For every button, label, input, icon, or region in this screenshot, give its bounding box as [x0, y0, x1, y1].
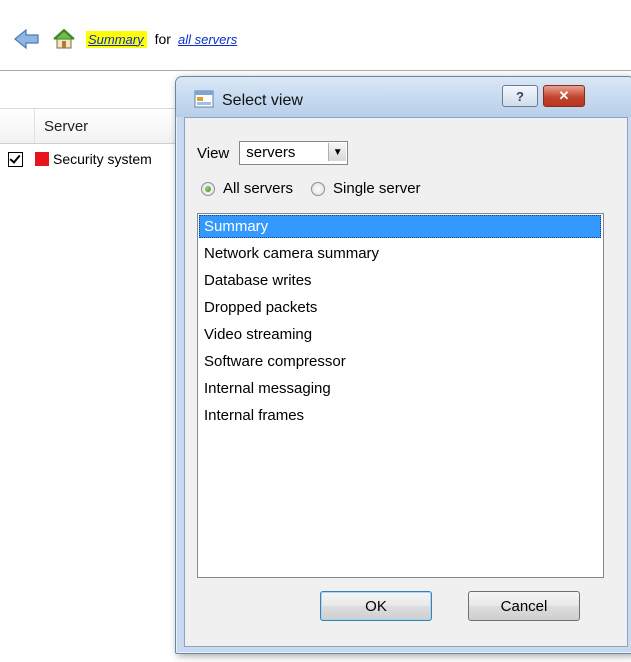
- single-server-radio[interactable]: [311, 181, 326, 196]
- server-row[interactable]: Security system: [8, 149, 152, 169]
- single-server-radio-label[interactable]: Single server: [333, 180, 421, 197]
- summary-link[interactable]: Summary: [86, 30, 147, 48]
- server-checkbox[interactable]: [8, 151, 23, 167]
- server-column-header[interactable]: Server: [44, 118, 88, 135]
- for-label: for: [154, 31, 171, 47]
- list-item[interactable]: Dropped packets: [199, 296, 601, 319]
- view-label: View: [197, 144, 230, 162]
- dialog-content: View servers ▼ All servers Single server…: [184, 117, 628, 647]
- dialog-titlebar[interactable]: Select view ? ✕: [176, 77, 631, 117]
- list-item[interactable]: Video streaming: [199, 323, 601, 346]
- column-separator: [34, 109, 35, 143]
- cancel-button[interactable]: Cancel: [468, 591, 580, 621]
- navigation-bar: Summary for all servers: [14, 26, 237, 52]
- close-button[interactable]: ✕: [543, 85, 585, 107]
- view-dropdown-value: servers: [246, 144, 296, 161]
- view-dropdown[interactable]: servers ▼: [239, 141, 349, 165]
- list-item[interactable]: Software compressor: [199, 350, 601, 373]
- list-item[interactable]: Summary: [199, 215, 601, 238]
- divider: [0, 70, 631, 71]
- list-item[interactable]: Internal messaging: [199, 377, 601, 400]
- all-servers-link[interactable]: all servers: [178, 32, 237, 47]
- select-view-dialog: Select view ? ✕ View servers ▼ All serve…: [175, 76, 631, 654]
- all-servers-radio-label[interactable]: All servers: [223, 180, 293, 197]
- list-item[interactable]: Internal frames: [199, 404, 601, 427]
- view-listbox[interactable]: Summary Network camera summary Database …: [197, 213, 604, 578]
- dialog-title: Select view: [222, 92, 303, 109]
- scope-radio-group: All servers Single server: [201, 180, 421, 197]
- help-button[interactable]: ?: [502, 85, 538, 107]
- back-arrow-icon[interactable]: [14, 28, 40, 50]
- list-item[interactable]: Network camera summary: [199, 242, 601, 265]
- chevron-down-icon[interactable]: ▼: [328, 143, 347, 161]
- view-row: View servers ▼: [197, 141, 349, 165]
- list-item[interactable]: Database writes: [199, 269, 601, 292]
- status-indicator: [35, 152, 49, 166]
- server-name: Security system: [53, 151, 152, 167]
- dialog-view-icon: [194, 90, 214, 108]
- all-servers-radio[interactable]: [201, 181, 215, 196]
- home-icon[interactable]: [52, 28, 76, 50]
- ok-button[interactable]: OK: [320, 591, 432, 621]
